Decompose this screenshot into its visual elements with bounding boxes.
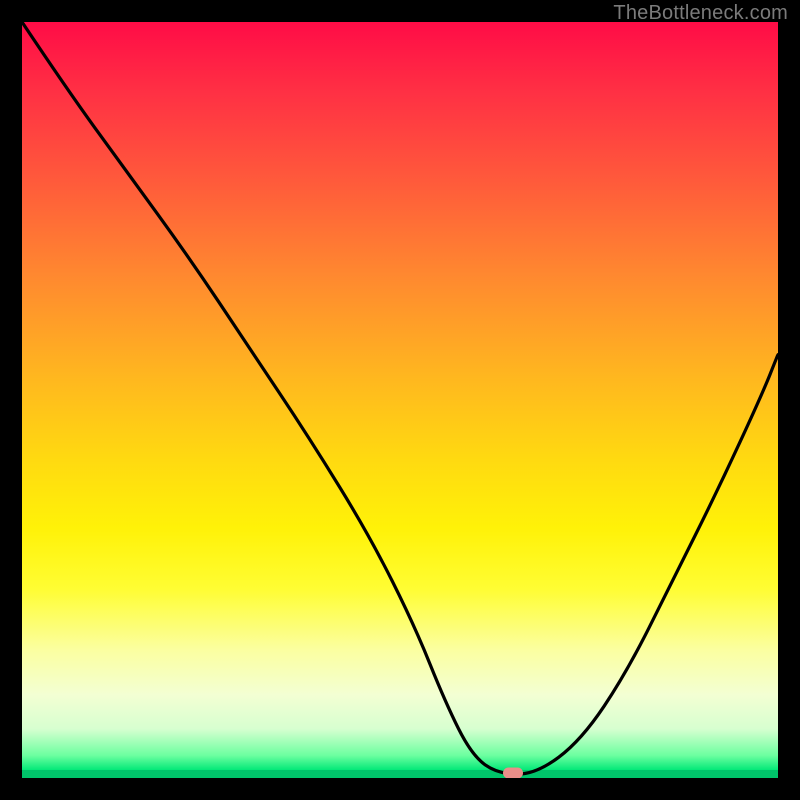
chart-frame: TheBottleneck.com <box>0 0 800 800</box>
bottleneck-curve <box>22 22 778 774</box>
plot-area <box>22 22 778 778</box>
watermark-label: TheBottleneck.com <box>613 2 788 25</box>
optimal-point-marker <box>503 768 523 778</box>
curve-layer <box>22 22 778 778</box>
